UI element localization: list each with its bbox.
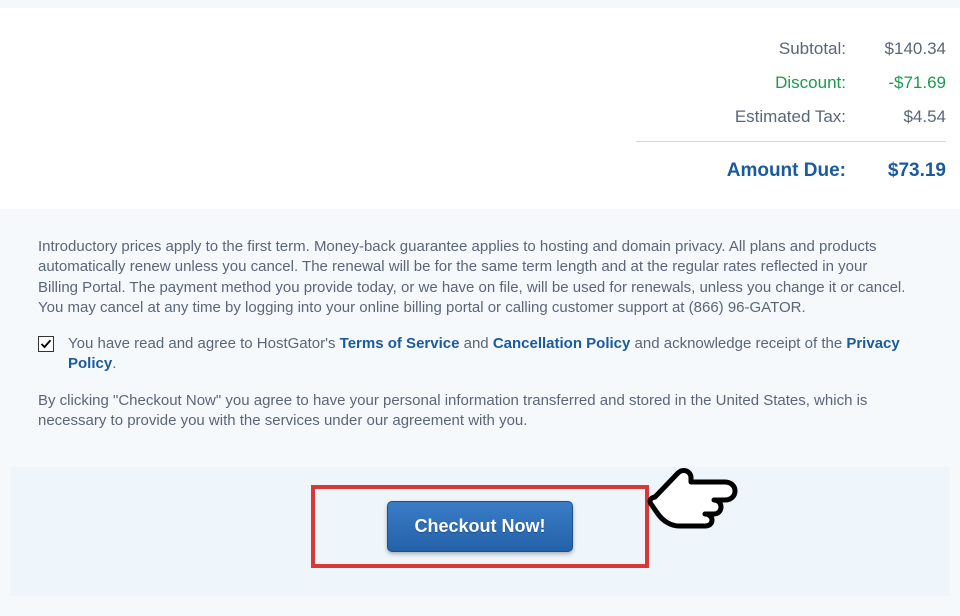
checkmark-icon — [40, 338, 52, 350]
transfer-paragraph: By clicking "Checkout Now" you agree to … — [38, 391, 910, 432]
terms-section: Introductory prices apply to the first t… — [0, 209, 960, 616]
period: . — [112, 355, 116, 372]
agree-prefix: You have read and agree to HostGator's — [68, 335, 340, 352]
pointing-hand-icon — [643, 449, 738, 535]
amount-due-row: Amount Due: $73.19 — [636, 150, 946, 189]
discount-row: Discount: -$71.69 — [636, 66, 946, 100]
top-divider — [0, 0, 960, 8]
amount-due-label: Amount Due: — [636, 160, 866, 182]
tax-label: Estimated Tax: — [636, 107, 866, 127]
subtotal-row: Subtotal: $140.34 — [636, 32, 946, 66]
tax-value: $4.54 — [866, 107, 946, 127]
tax-row: Estimated Tax: $4.54 — [636, 100, 946, 142]
subtotal-value: $140.34 — [866, 39, 946, 59]
acknowledge-text: and acknowledge receipt of the — [630, 335, 846, 352]
highlight-box: Checkout Now! — [311, 485, 648, 568]
checkout-area: Checkout Now! — [10, 467, 950, 596]
discount-value: -$71.69 — [866, 73, 946, 93]
intro-paragraph: Introductory prices apply to the first t… — [38, 237, 910, 318]
agreement-row: You have read and agree to HostGator's T… — [38, 334, 910, 375]
terms-of-service-link[interactable]: Terms of Service — [340, 335, 460, 352]
amount-due-value: $73.19 — [866, 160, 946, 182]
cancellation-policy-link[interactable]: Cancellation Policy — [493, 335, 631, 352]
agree-checkbox[interactable] — [38, 336, 54, 352]
order-summary: Subtotal: $140.34 Discount: -$71.69 Esti… — [0, 8, 960, 209]
checkout-now-button[interactable]: Checkout Now! — [387, 501, 572, 552]
subtotal-label: Subtotal: — [636, 39, 866, 59]
discount-label: Discount: — [636, 73, 866, 93]
agree-text: You have read and agree to HostGator's T… — [68, 334, 910, 375]
and-text: and — [459, 335, 492, 352]
